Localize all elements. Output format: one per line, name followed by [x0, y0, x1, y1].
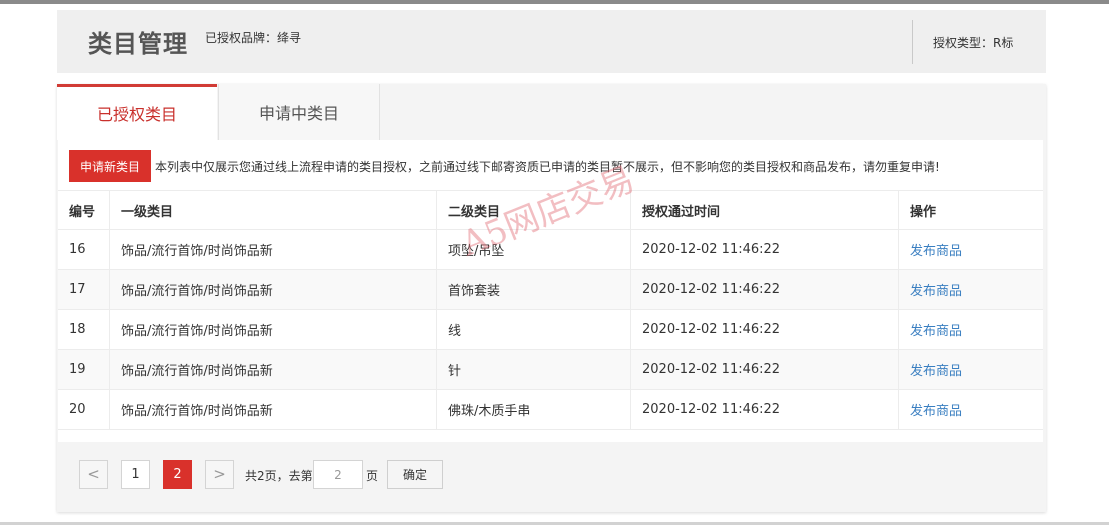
next-page-button[interactable]: > [205, 460, 234, 489]
cell-operation: 发布商品 [898, 229, 1043, 270]
publish-product-link[interactable]: 发布商品 [910, 244, 962, 259]
confirm-goto-button[interactable]: 确定 [387, 460, 443, 489]
publish-product-link[interactable]: 发布商品 [910, 364, 962, 379]
category-table: 编号 一级类目 二级类目 授权通过时间 操作 16 饰品/流行首饰/时尚饰品新 … [58, 191, 1043, 430]
cell-first-category: 饰品/流行首饰/时尚饰品新 [109, 229, 437, 270]
cell-approval-time: 2020-12-02 11:46:22 [630, 389, 899, 430]
cell-approval-time: 2020-12-02 11:46:22 [630, 309, 899, 350]
cell-operation: 发布商品 [898, 349, 1043, 390]
page-button-2-current[interactable]: 2 [163, 460, 192, 489]
category-panel: 已授权类目 申请中类目 申请新类目 本列表中仅展示您通过线上流程申请的类目授权，… [57, 84, 1046, 512]
tab-content: 申请新类目 本列表中仅展示您通过线上流程申请的类目授权，之前通过线下邮寄资质已申… [58, 140, 1043, 442]
table-row: 20 饰品/流行首饰/时尚饰品新 佛珠/木质手串 2020-12-02 11:4… [58, 389, 1043, 430]
cell-second-category: 线 [436, 309, 631, 350]
page-header: 类目管理 已授权品牌：绛寻 授权类型：R标 [57, 10, 1046, 73]
cell-no: 17 [58, 269, 110, 310]
page-button-1[interactable]: 1 [121, 460, 150, 489]
publish-product-link[interactable]: 发布商品 [910, 324, 962, 339]
cell-operation: 发布商品 [898, 389, 1043, 430]
cell-no: 20 [58, 389, 110, 430]
tab-bar: 已授权类目 申请中类目 [57, 84, 1046, 140]
cell-no: 16 [58, 229, 110, 270]
header-first-category: 一级类目 [109, 191, 437, 230]
header-divider [912, 20, 913, 64]
table-row: 16 饰品/流行首饰/时尚饰品新 项坠/吊坠 2020-12-02 11:46:… [58, 229, 1043, 270]
header-approval-time: 授权通过时间 [630, 191, 899, 230]
cell-approval-time: 2020-12-02 11:46:22 [630, 269, 899, 310]
cell-first-category: 饰品/流行首饰/时尚饰品新 [109, 349, 437, 390]
authorization-type: 授权类型：R标 [933, 36, 1014, 50]
cell-no: 19 [58, 349, 110, 390]
table-row: 19 饰品/流行首饰/时尚饰品新 针 2020-12-02 11:46:22 发… [58, 349, 1043, 390]
header-no: 编号 [58, 191, 110, 230]
page-title: 类目管理 [88, 30, 188, 58]
cell-first-category: 饰品/流行首饰/时尚饰品新 [109, 309, 437, 350]
cell-second-category: 针 [436, 349, 631, 390]
total-pages-text: 共2页，去第 [245, 469, 313, 483]
top-border [0, 0, 1109, 4]
cell-second-category: 首饰套装 [436, 269, 631, 310]
notice-text: 本列表中仅展示您通过线上流程申请的类目授权，之前通过线下邮寄资质已申请的类目暂不… [155, 160, 940, 174]
cell-second-category: 项坠/吊坠 [436, 229, 631, 270]
table-header-row: 编号 一级类目 二级类目 授权通过时间 操作 [58, 191, 1043, 230]
cell-approval-time: 2020-12-02 11:46:22 [630, 349, 899, 390]
page-suffix-text: 页 [366, 469, 379, 483]
cell-first-category: 饰品/流行首饰/时尚饰品新 [109, 389, 437, 430]
header-operation: 操作 [898, 191, 1043, 230]
header-second-category: 二级类目 [436, 191, 631, 230]
authorized-brand: 已授权品牌：绛寻 [205, 31, 302, 45]
tab-pending-categories[interactable]: 申请中类目 [218, 84, 380, 140]
publish-product-link[interactable]: 发布商品 [910, 404, 962, 419]
goto-page-input[interactable] [313, 460, 363, 489]
cell-first-category: 饰品/流行首饰/时尚饰品新 [109, 269, 437, 310]
apply-new-category-button[interactable]: 申请新类目 [69, 150, 151, 182]
table-row: 17 饰品/流行首饰/时尚饰品新 首饰套装 2020-12-02 11:46:2… [58, 269, 1043, 310]
publish-product-link[interactable]: 发布商品 [910, 284, 962, 299]
tab-authorized-categories[interactable]: 已授权类目 [57, 84, 217, 140]
cell-second-category: 佛珠/木质手串 [436, 389, 631, 430]
pagination: < 1 2 > 共2页，去第 页 确定 [57, 442, 1046, 512]
cell-operation: 发布商品 [898, 269, 1043, 310]
cell-operation: 发布商品 [898, 309, 1043, 350]
chevron-right-icon: > [213, 465, 226, 483]
notice-bar: 申请新类目 本列表中仅展示您通过线上流程申请的类目授权，之前通过线下邮寄资质已申… [58, 140, 1043, 191]
cell-approval-time: 2020-12-02 11:46:22 [630, 229, 899, 270]
chevron-left-icon: < [87, 465, 100, 483]
prev-page-button[interactable]: < [79, 460, 108, 489]
cell-no: 18 [58, 309, 110, 350]
table-row: 18 饰品/流行首饰/时尚饰品新 线 2020-12-02 11:46:22 发… [58, 309, 1043, 350]
